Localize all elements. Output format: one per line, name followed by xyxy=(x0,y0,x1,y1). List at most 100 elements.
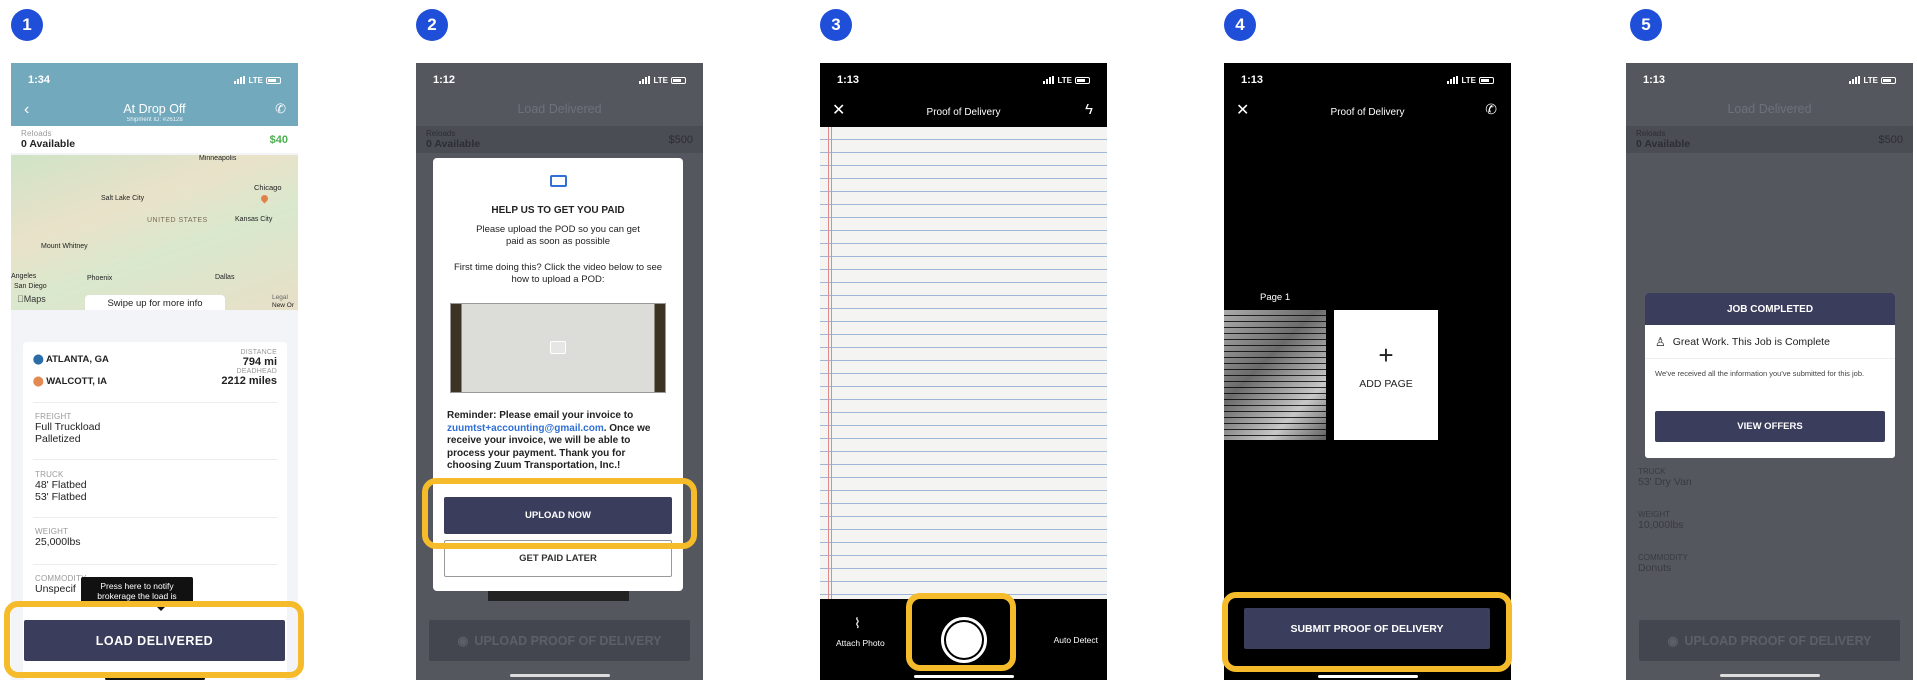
page-title: Proof of Delivery xyxy=(1330,107,1405,118)
modal-title: HELP US TO GET YOU PAID xyxy=(491,205,625,216)
signal-icon xyxy=(1849,76,1861,84)
signal-icon xyxy=(1043,76,1055,84)
page-title: At Drop Off xyxy=(123,102,186,116)
notebook-margin-line xyxy=(831,127,832,599)
job-completed-modal: JOB COMPLETED ♙ Great Work. This Job is … xyxy=(1645,293,1895,458)
view-offers-button[interactable]: VIEW OFFERS xyxy=(1655,411,1885,442)
highlight-frame xyxy=(4,601,304,678)
camera-icon: ◉ xyxy=(1667,634,1679,648)
maps-legal[interactable]: Legal xyxy=(272,294,288,301)
step-badge-1: 1 xyxy=(11,9,43,41)
network-label: LTE xyxy=(1863,75,1878,85)
upload-pod-button-disabled: ◉ UPLOAD PROOF OF DELIVERY xyxy=(429,620,690,661)
destination-row: ⬤ WALCOTT, IA xyxy=(33,376,107,387)
battery-icon xyxy=(1881,76,1896,84)
status-bar: 1:13 LTE xyxy=(1224,63,1511,97)
map-city-label: Salt Lake City xyxy=(101,195,145,202)
header-bar: 1:34 LTE ‹ At Drop Off Shipment ID: #261… xyxy=(11,63,298,126)
network-label: LTE xyxy=(248,75,263,85)
add-page-label: ADD PAGE xyxy=(1359,378,1413,390)
notebook-margin-line xyxy=(828,127,829,599)
battery-icon xyxy=(1075,76,1090,84)
reloads-value: 0 Available xyxy=(21,138,76,150)
status-time: 1:12 xyxy=(433,74,456,86)
battery-icon xyxy=(266,76,281,84)
step-badge-4: 4 xyxy=(1224,9,1256,41)
phone-screen-camera-capture: 1:13 LTE ✕ Proof of Delivery ϟ ⌇ Attach … xyxy=(820,63,1107,680)
plus-icon: + xyxy=(1378,340,1394,370)
background-reloads-row: Reloads 0 Available $500 xyxy=(416,126,703,153)
modal-subtitle: Please upload the POD so you can get pai… xyxy=(476,224,640,247)
play-icon[interactable] xyxy=(550,341,566,354)
reminder-text: Reminder: Please email your invoice to z… xyxy=(447,410,651,471)
page-1-thumbnail[interactable] xyxy=(1224,310,1326,440)
step-badge-5: 5 xyxy=(1630,9,1662,41)
upload-pod-button-disabled: ◉ UPLOAD PROOF OF DELIVERY xyxy=(1639,620,1900,661)
camera-viewfinder xyxy=(820,127,1107,599)
status-time: 1:13 xyxy=(837,74,860,86)
status-time: 1:13 xyxy=(1643,74,1666,86)
great-work-row: ♙ Great Work. This Job is Complete xyxy=(1645,325,1895,359)
phone-screen-job-completed: 1:13 LTE Load Delivered Reloads 0 Availa… xyxy=(1626,63,1913,680)
home-indicator xyxy=(510,674,610,677)
step-badge-2: 2 xyxy=(416,9,448,41)
reloads-row[interactable]: Reloads 0 Available $40 xyxy=(11,126,298,153)
map-pin xyxy=(259,193,270,204)
map-city-label: Mount Whitney xyxy=(41,243,88,250)
phone-icon[interactable]: ✆ xyxy=(275,101,286,117)
camera-icon: ◉ xyxy=(457,634,469,648)
battery-icon xyxy=(671,76,686,84)
paperclip-icon[interactable]: ⌇ xyxy=(854,615,861,632)
background-title: Load Delivered xyxy=(517,102,602,116)
pin-icon: ⬤ xyxy=(33,376,44,387)
video-thumbnail[interactable] xyxy=(450,303,666,393)
status-time: 1:34 xyxy=(28,74,51,86)
reloads-label: Reloads xyxy=(21,129,52,138)
flash-icon[interactable]: ϟ xyxy=(1085,101,1093,118)
home-indicator xyxy=(1318,675,1418,678)
home-indicator xyxy=(1720,674,1820,677)
weight-section: WEIGHT 25,000lbs xyxy=(35,527,81,548)
network-label: LTE xyxy=(653,75,668,85)
highlight-frame xyxy=(906,593,1016,671)
received-text: We've received all the information you'v… xyxy=(1655,369,1865,378)
map-city-label: San Diego xyxy=(14,283,47,290)
map-city-label: Chicago xyxy=(254,183,282,192)
phone-icon[interactable]: ✆ xyxy=(1485,101,1497,118)
background-reloads-row: Reloads 0 Available $500 xyxy=(1626,126,1913,153)
status-bar: 1:12 LTE xyxy=(416,63,703,97)
accounting-email-link[interactable]: zuumtst+accounting@gmail.com xyxy=(447,423,604,434)
signal-icon xyxy=(234,76,246,84)
map-view[interactable]: Salt Lake City Chicago UNITED STATES Kan… xyxy=(11,155,298,310)
reloads-amount: $40 xyxy=(269,134,288,146)
status-indicators: LTE xyxy=(1447,76,1494,85)
pin-icon: ⬤ xyxy=(33,354,44,365)
signal-icon xyxy=(639,76,651,84)
award-icon: ♙ xyxy=(1655,334,1666,349)
attach-photo-label[interactable]: Attach Photo xyxy=(836,638,885,648)
signal-icon xyxy=(1447,76,1459,84)
swipe-hint[interactable]: Swipe up for more info xyxy=(85,295,225,310)
background-details: TRUCK 53' Dry Van WEIGHT 10,000lbs COMMO… xyxy=(1638,467,1692,574)
map-city-label: New Or xyxy=(272,302,295,309)
map-city-label: Dallas xyxy=(215,274,235,281)
status-indicators: LTE xyxy=(1043,76,1090,85)
highlight-frame xyxy=(422,478,697,549)
battery-icon xyxy=(1479,76,1494,84)
maps-brand: Maps xyxy=(17,294,46,304)
origin-row: ⬤ ATLANTA, GA xyxy=(33,354,109,365)
phone-screen-upload-pod-modal: 1:12 LTE Load Delivered Reloads 0 Availa… xyxy=(416,63,703,680)
network-label: LTE xyxy=(1057,75,1072,85)
map-city-label: Angeles xyxy=(11,273,37,280)
page-1-label: Page 1 xyxy=(1260,292,1291,303)
map-city-label: Phoenix xyxy=(87,275,113,282)
home-indicator xyxy=(914,675,1014,678)
page-title: Proof of Delivery xyxy=(926,107,1001,118)
status-bar: 1:34 LTE xyxy=(11,63,298,97)
status-indicators: LTE xyxy=(639,76,686,85)
step-badge-3: 3 xyxy=(820,9,852,41)
map-city-label: Minneapolis xyxy=(199,155,237,162)
status-bar: 1:13 LTE xyxy=(820,63,1107,97)
add-page-card[interactable]: + ADD PAGE xyxy=(1334,310,1438,440)
auto-detect-label[interactable]: Auto Detect xyxy=(1054,635,1098,645)
